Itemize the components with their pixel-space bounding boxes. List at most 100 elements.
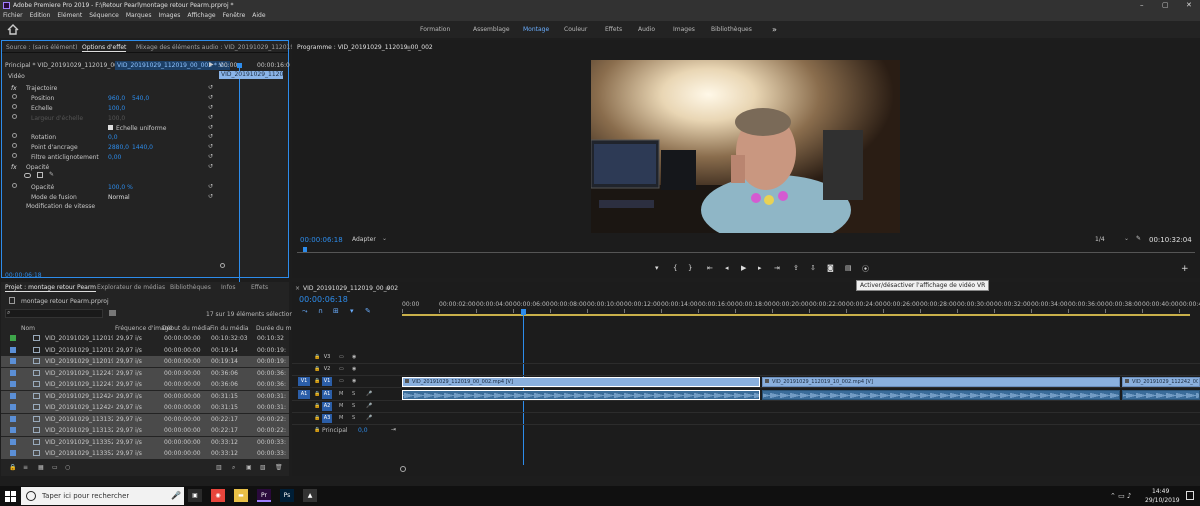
menu-5[interactable]: Images [158, 12, 180, 19]
source-patch-v1[interactable]: V1 [298, 377, 310, 386]
project-tab-0[interactable]: Projet : montage retour Pearm [5, 284, 97, 292]
fx-badge-icon[interactable]: fx [11, 85, 17, 92]
voice-over-mic-icon[interactable]: 🎤 [366, 403, 372, 409]
go-to-in-icon[interactable]: ⇤ [707, 264, 713, 272]
workspace-tab-0[interactable]: Formation [420, 26, 450, 33]
windows-start-icon[interactable] [5, 491, 16, 502]
snap-icon[interactable]: ∩ [318, 307, 323, 315]
sync-lock-icon[interactable]: ▭ [339, 354, 344, 360]
menu-2[interactable]: Elément [57, 12, 82, 19]
effect-row-value-6[interactable]: 2880,0 [108, 144, 129, 151]
label-color-swatch[interactable] [10, 450, 16, 456]
master-clip-selector[interactable]: Principal * VID_20191029_112019_00_... [5, 62, 127, 69]
menu-4[interactable]: Marques [126, 12, 152, 19]
fit-dropdown[interactable]: Adapter [352, 236, 376, 243]
effect-row-value2-1[interactable]: 540,0 [132, 95, 149, 102]
out-point-icon[interactable]: } [688, 264, 692, 272]
master-track-lock-icon[interactable]: 🔒 [314, 427, 320, 433]
effect-row-value-5[interactable]: 0,0 [108, 134, 118, 141]
lock-track-icon[interactable]: 🔒 [314, 378, 320, 384]
label-color-swatch[interactable] [10, 381, 16, 387]
effect-row-value-10[interactable]: Normal [108, 194, 130, 201]
track-target-v2[interactable]: V2 [322, 365, 332, 374]
sync-lock-icon[interactable]: ▭ [339, 378, 344, 384]
task-view-icon[interactable]: ▣ [188, 489, 202, 502]
quality-dropdown[interactable]: 1/4 [1095, 236, 1105, 243]
stopwatch-icon[interactable] [12, 143, 17, 148]
notification-icon[interactable] [1186, 491, 1194, 500]
video-clip[interactable]: VID_20191029_112019_10_002.mp4 [V] [762, 377, 1120, 387]
effect-row-value-9[interactable]: 100,0 % [108, 184, 133, 191]
mute-icon[interactable]: M [339, 391, 343, 397]
reset-icon[interactable]: ↺ [208, 183, 213, 190]
reset-icon[interactable]: ↺ [208, 114, 213, 121]
timeline-scroll-start-handle[interactable] [400, 466, 406, 472]
home-icon[interactable] [7, 24, 19, 35]
master-track-value[interactable]: 0,0 [358, 427, 368, 434]
label-color-swatch[interactable] [10, 438, 16, 445]
effect-row-value-2[interactable]: 100,0 [108, 105, 125, 112]
lift-icon[interactable]: ⇪ [793, 264, 799, 272]
voice-over-mic-icon[interactable]: 🎤 [366, 391, 372, 397]
photos-icon[interactable]: ▲ [303, 489, 317, 502]
settings-wrench-icon[interactable]: ✎ [1136, 235, 1141, 242]
new-bin-from-search-icon[interactable] [109, 310, 116, 316]
zoom-slider-handle[interactable] [220, 263, 225, 268]
marker-icon[interactable]: ▾ [655, 264, 659, 272]
menu-7[interactable]: Fenêtre [223, 12, 246, 19]
trash-icon[interactable]: 🗑 [275, 464, 283, 471]
effect-row-value2-6[interactable]: 1440,0 [132, 144, 153, 151]
project-tab-4[interactable]: Effets [251, 284, 268, 291]
source-tab-2[interactable]: Mixage des éléments audio : VID_20191029… [136, 44, 292, 51]
track-target-a3[interactable]: A3 [322, 414, 332, 423]
stopwatch-icon[interactable] [12, 114, 17, 119]
file-explorer-icon[interactable]: ▬ [234, 489, 248, 502]
label-color-swatch[interactable] [10, 415, 16, 422]
reset-icon[interactable]: ↺ [208, 84, 213, 91]
label-color-swatch[interactable] [10, 335, 16, 341]
reset-icon[interactable]: ↺ [208, 133, 213, 140]
project-tab-3[interactable]: Infos [221, 284, 235, 291]
lock-track-icon[interactable]: 🔒 [314, 415, 320, 421]
timeline-settings-icon[interactable]: ✎ [365, 307, 371, 315]
solo-icon[interactable]: S [352, 415, 355, 421]
extract-icon[interactable]: ⇩ [810, 264, 816, 272]
menu-0[interactable]: Fichier [3, 12, 23, 19]
stopwatch-icon[interactable] [12, 153, 17, 158]
lock-track-icon[interactable]: 🔒 [314, 391, 320, 397]
program-menu-icon[interactable]: ≡ [406, 44, 411, 51]
microphone-icon[interactable]: 🎤 [171, 491, 181, 500]
audio-clip[interactable] [762, 390, 1120, 400]
source-tab-1[interactable]: Options d'effet [82, 44, 127, 52]
project-list-item[interactable]: VID_20191029_113352_00_29,97 i/s 00:00:00… [1, 436, 289, 448]
chrome-icon[interactable]: ◉ [211, 489, 225, 502]
project-list-item[interactable]: VID_20191029_112019_00_29,97 i/s 00:00:00… [1, 333, 289, 344]
go-to-out-icon[interactable]: ⇥ [774, 264, 780, 272]
column-header-4[interactable]: Durée du m [256, 325, 291, 332]
track-target-v1[interactable]: V1 [322, 377, 332, 386]
effect-row-value-7[interactable]: 0,00 [108, 154, 121, 161]
label-color-swatch[interactable] [10, 369, 16, 376]
icon-view-icon[interactable]: ▦ [38, 464, 44, 471]
reset-icon[interactable]: ↺ [208, 153, 213, 160]
track-target-a2[interactable]: A2 [322, 402, 332, 411]
label-color-swatch[interactable] [10, 427, 16, 433]
lock-icon[interactable]: 🔒 [9, 464, 16, 471]
lock-track-icon[interactable]: 🔒 [314, 366, 320, 372]
effect-row-value-3[interactable]: 100,0 [108, 115, 125, 122]
photoshop-icon[interactable]: Ps [280, 489, 294, 502]
minimize-button[interactable]: – [1140, 1, 1144, 9]
workspace-tab-4[interactable]: Effets [605, 26, 622, 33]
sequence-menu-icon[interactable]: ≡ [385, 285, 390, 292]
project-list-item[interactable]: VID_20191029_112424_00_29,97 i/s 00:00:00… [1, 402, 289, 413]
fx-badge-icon[interactable]: fx [11, 164, 17, 171]
toggle-vr-icon[interactable]: ⦿ [862, 264, 869, 274]
lock-track-icon[interactable]: 🔒 [314, 403, 320, 409]
list-view-icon[interactable]: ≡ [23, 464, 28, 471]
close-button[interactable]: ✕ [1186, 1, 1192, 9]
project-list-item[interactable]: VID_20191029_112241_00_29,97 i/s 00:00:00… [1, 367, 289, 379]
export-frame-icon[interactable]: ◙ [827, 264, 834, 272]
project-list-item[interactable]: VID_20191029_112019_00_29,97 i/s 00:00:00… [1, 344, 289, 356]
source-patch-a1[interactable]: A1 [298, 390, 310, 399]
audio-clip[interactable] [1122, 390, 1200, 400]
